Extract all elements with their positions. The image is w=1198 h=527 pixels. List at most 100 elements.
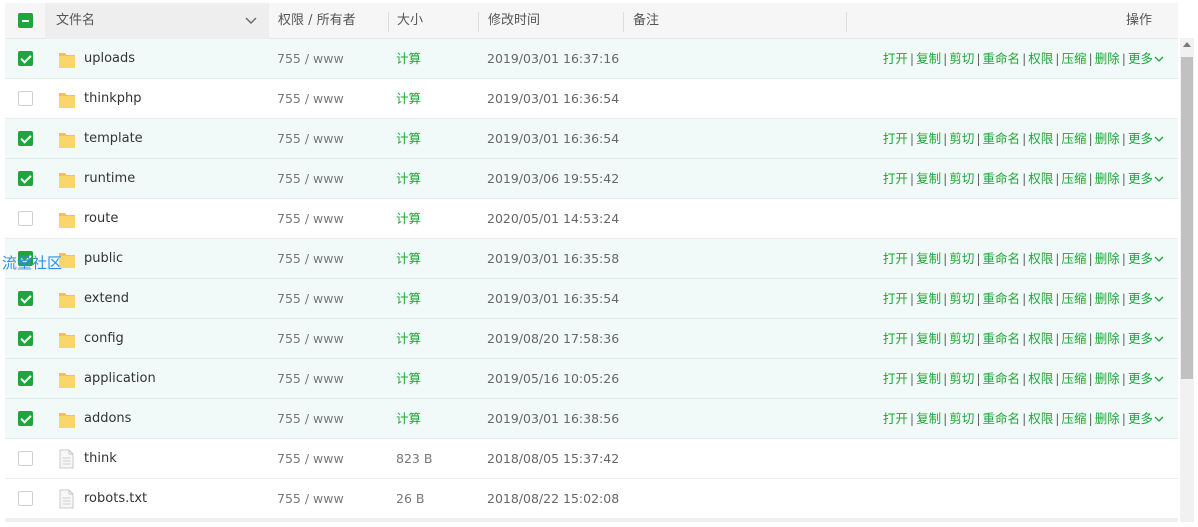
open-action[interactable]: 打开 (883, 171, 908, 186)
row-checkbox[interactable] (18, 171, 33, 186)
delete-action[interactable]: 删除 (1095, 51, 1120, 66)
delete-action[interactable]: 删除 (1095, 251, 1120, 266)
file-permission[interactable]: 755 / www (277, 279, 344, 319)
more-action[interactable]: 更多 (1128, 411, 1153, 426)
file-name[interactable]: robots.txt (84, 479, 147, 519)
compress-action[interactable]: 压缩 (1062, 251, 1087, 266)
cut-action[interactable]: 剪切 (949, 411, 974, 426)
rename-action[interactable]: 重命名 (983, 171, 1021, 186)
file-permission[interactable]: 755 / www (277, 399, 344, 439)
delete-action[interactable]: 删除 (1095, 371, 1120, 386)
file-permission[interactable]: 755 / www (277, 439, 344, 479)
compress-action[interactable]: 压缩 (1062, 331, 1087, 346)
delete-action[interactable]: 删除 (1095, 331, 1120, 346)
calculate-size-link[interactable]: 计算 (396, 359, 421, 399)
calculate-size-link[interactable]: 计算 (396, 279, 421, 319)
file-name[interactable]: config (84, 319, 124, 359)
row-checkbox[interactable] (18, 291, 33, 306)
calculate-size-link[interactable]: 计算 (396, 239, 421, 279)
open-action[interactable]: 打开 (883, 331, 908, 346)
delete-action[interactable]: 删除 (1095, 291, 1120, 306)
file-permission[interactable]: 755 / www (277, 79, 344, 119)
more-action[interactable]: 更多 (1128, 251, 1153, 266)
rename-action[interactable]: 重命名 (983, 411, 1021, 426)
cut-action[interactable]: 剪切 (949, 331, 974, 346)
compress-action[interactable]: 压缩 (1062, 411, 1087, 426)
table-row[interactable]: config 755 / www 计算 2019/08/20 17:58:36 打开 | 复… (5, 319, 1178, 359)
file-name[interactable]: public (84, 239, 123, 279)
rename-action[interactable]: 重命名 (983, 51, 1021, 66)
row-checkbox[interactable] (18, 331, 33, 346)
rename-action[interactable]: 重命名 (983, 251, 1021, 266)
permission-action[interactable]: 权限 (1028, 251, 1053, 266)
permission-action[interactable]: 权限 (1028, 291, 1053, 306)
table-row[interactable]: runtime 755 / www 计算 2019/03/06 19:55:42 打开 |… (5, 159, 1178, 199)
scrollbar-thumb[interactable] (1181, 57, 1193, 379)
row-checkbox[interactable] (18, 91, 33, 106)
rename-action[interactable]: 重命名 (983, 131, 1021, 146)
file-name[interactable]: uploads (84, 39, 135, 79)
cut-action[interactable]: 剪切 (949, 251, 974, 266)
file-permission[interactable]: 755 / www (277, 239, 344, 279)
file-name[interactable]: application (84, 359, 156, 399)
permission-action[interactable]: 权限 (1028, 131, 1053, 146)
permission-action[interactable]: 权限 (1028, 371, 1053, 386)
delete-action[interactable]: 删除 (1095, 131, 1120, 146)
compress-action[interactable]: 压缩 (1062, 291, 1087, 306)
open-action[interactable]: 打开 (883, 51, 908, 66)
scroll-up-arrow[interactable] (1183, 42, 1191, 47)
rename-action[interactable]: 重命名 (983, 291, 1021, 306)
file-name[interactable]: thinkphp (84, 79, 141, 119)
permission-action[interactable]: 权限 (1028, 411, 1053, 426)
open-action[interactable]: 打开 (883, 411, 908, 426)
row-checkbox[interactable] (18, 411, 33, 426)
calculate-size-link[interactable]: 计算 (396, 79, 421, 119)
table-row[interactable]: route 755 / www 计算 2020/05/01 14:53:24 (5, 199, 1178, 239)
delete-action[interactable]: 删除 (1095, 171, 1120, 186)
row-checkbox[interactable] (18, 371, 33, 386)
copy-action[interactable]: 复制 (916, 291, 941, 306)
more-action[interactable]: 更多 (1128, 331, 1153, 346)
file-permission[interactable]: 755 / www (277, 199, 344, 239)
more-action[interactable]: 更多 (1128, 371, 1153, 386)
open-action[interactable]: 打开 (883, 131, 908, 146)
more-action[interactable]: 更多 (1128, 131, 1153, 146)
cut-action[interactable]: 剪切 (949, 371, 974, 386)
calculate-size-link[interactable]: 计算 (396, 199, 421, 239)
cut-action[interactable]: 剪切 (949, 51, 974, 66)
calculate-size-link[interactable]: 计算 (396, 39, 421, 79)
row-checkbox[interactable] (18, 451, 33, 466)
file-permission[interactable]: 755 / www (277, 359, 344, 399)
file-permission[interactable]: 755 / www (277, 119, 344, 159)
compress-action[interactable]: 压缩 (1062, 51, 1087, 66)
permission-action[interactable]: 权限 (1028, 51, 1053, 66)
row-checkbox[interactable] (18, 211, 33, 226)
table-row[interactable]: public 755 / www 计算 2019/03/01 16:35:58 打开 | 复… (5, 239, 1178, 279)
cut-action[interactable]: 剪切 (949, 291, 974, 306)
table-row[interactable]: uploads 755 / www 计算 2019/03/01 16:37:16 打开 |… (5, 39, 1178, 79)
row-checkbox[interactable] (18, 491, 33, 506)
copy-action[interactable]: 复制 (916, 331, 941, 346)
file-name[interactable]: template (84, 119, 143, 159)
compress-action[interactable]: 压缩 (1062, 171, 1087, 186)
copy-action[interactable]: 复制 (916, 371, 941, 386)
more-action[interactable]: 更多 (1128, 51, 1153, 66)
calculate-size-link[interactable]: 计算 (396, 159, 421, 199)
cut-action[interactable]: 剪切 (949, 171, 974, 186)
file-name[interactable]: runtime (84, 159, 135, 199)
open-action[interactable]: 打开 (883, 371, 908, 386)
file-name[interactable]: think (84, 439, 117, 479)
open-action[interactable]: 打开 (883, 251, 908, 266)
file-permission[interactable]: 755 / www (277, 319, 344, 359)
table-row[interactable]: robots.txt 755 / www 26 B 2018/08/22 15:02:… (5, 479, 1178, 519)
file-permission[interactable]: 755 / www (277, 479, 344, 519)
open-action[interactable]: 打开 (883, 291, 908, 306)
rename-action[interactable]: 重命名 (983, 331, 1021, 346)
row-checkbox[interactable] (18, 131, 33, 146)
copy-action[interactable]: 复制 (916, 251, 941, 266)
cut-action[interactable]: 剪切 (949, 131, 974, 146)
file-name[interactable]: addons (84, 399, 131, 439)
calculate-size-link[interactable]: 计算 (396, 319, 421, 359)
copy-action[interactable]: 复制 (916, 171, 941, 186)
file-permission[interactable]: 755 / www (277, 39, 344, 79)
